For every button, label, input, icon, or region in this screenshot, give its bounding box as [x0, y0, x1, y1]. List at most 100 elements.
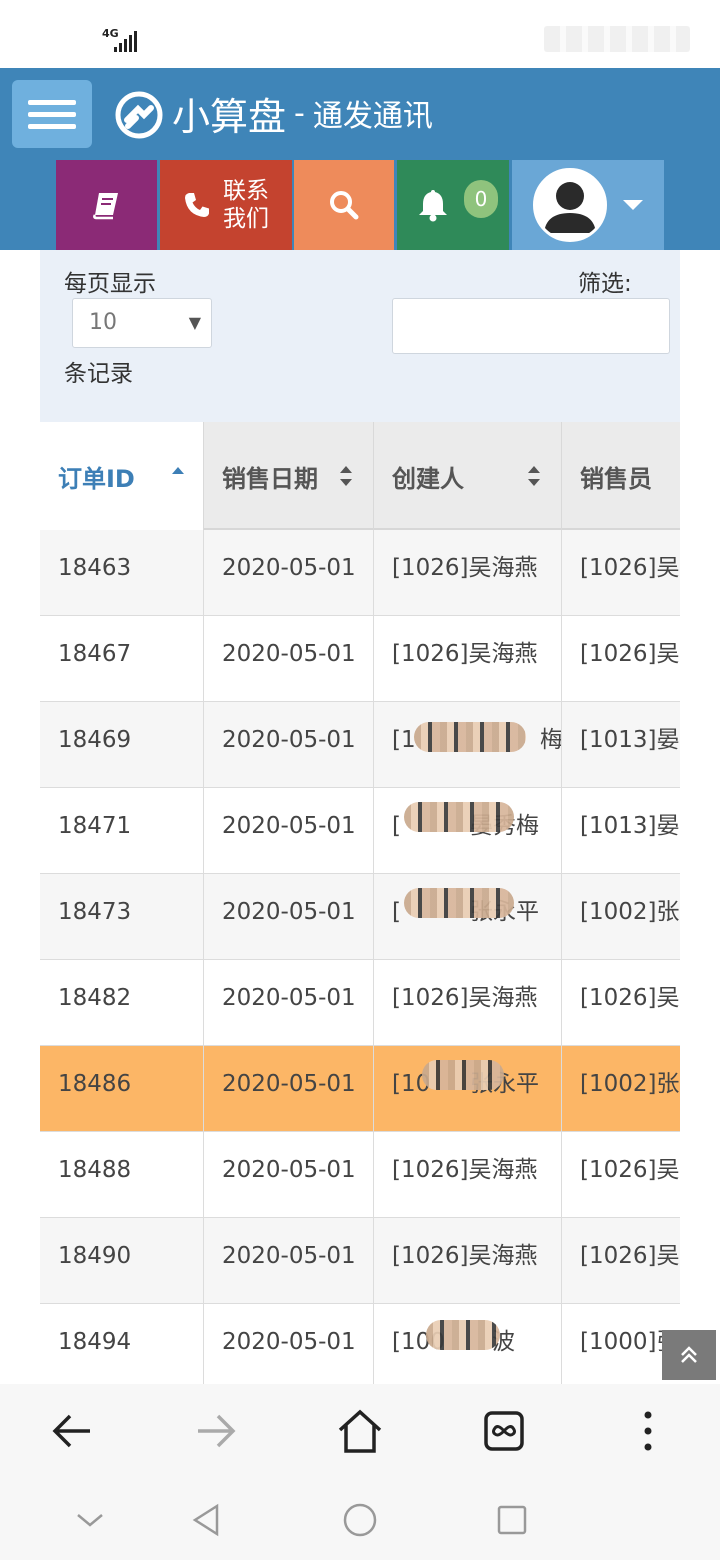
system-recents-button[interactable]	[490, 1498, 534, 1542]
notification-count-badge: 0	[464, 180, 498, 218]
cell-creator: [晏秀梅	[374, 788, 562, 874]
cell-date: 2020-05-01	[204, 874, 374, 960]
redaction-blur	[404, 802, 514, 832]
browser-toolbar	[0, 1384, 720, 1480]
hide-nav-button[interactable]	[68, 1498, 112, 1542]
user-avatar-icon	[544, 182, 596, 233]
cell-date: 2020-05-01	[204, 788, 374, 874]
status-bar: 4G	[0, 0, 720, 68]
cell-creator: [1026]吴海燕	[374, 616, 562, 702]
toolbar: 联系 我们	[0, 160, 720, 250]
back-to-top-button[interactable]	[662, 1330, 716, 1380]
more-options-button[interactable]	[623, 1406, 673, 1456]
column-header-sale-date[interactable]: 销售日期	[204, 422, 374, 530]
cell-salesperson: [1002]张	[580, 899, 680, 925]
table-row[interactable]: 18473 2020-05-01 [张永平 [1002]张	[40, 874, 680, 960]
dropdown-arrow-icon: ▼	[188, 313, 201, 332]
table-row[interactable]: 18488 2020-05-01 [1026]吴海燕 [1026]吴	[40, 1132, 680, 1218]
hamburger-icon	[28, 100, 76, 105]
cell-salesperson: [1026]吴	[580, 641, 680, 667]
book-button[interactable]	[56, 160, 157, 250]
cell-creator: [10 张永平	[374, 1046, 562, 1132]
more-vertical-icon	[644, 1411, 652, 1451]
redaction-blur	[414, 722, 526, 752]
forward-arrow-icon	[198, 1414, 236, 1448]
column-header-salesperson[interactable]: 销售员	[562, 422, 680, 530]
system-back-button[interactable]	[184, 1498, 228, 1542]
search-icon	[330, 191, 359, 220]
cell-date: 2020-05-01	[204, 616, 374, 702]
column-header-order-id[interactable]: 订单ID	[40, 422, 204, 530]
cell-salesperson: [1026]吴	[580, 985, 680, 1011]
table-row-highlighted[interactable]: 18486 2020-05-01 [10 张永平 [1002]张	[40, 1046, 680, 1132]
cell-order-id: 18486	[40, 1046, 204, 1132]
table-row[interactable]: 18482 2020-05-01 [1026]吴海燕 [1026]吴	[40, 960, 680, 1046]
avatar	[533, 168, 607, 242]
cell-order-id: 18467	[40, 616, 204, 702]
back-arrow-icon	[52, 1414, 90, 1448]
cell-salesperson: [1026]吴	[580, 1243, 680, 1269]
redaction-blur	[422, 1060, 504, 1090]
caret-down-icon	[623, 200, 643, 210]
records-label: 条记录	[64, 361, 133, 387]
phone-icon	[185, 193, 209, 217]
cell-salesperson: [1026]吴	[580, 555, 680, 581]
table-row[interactable]: 18463 2020-05-01 [1026]吴海燕 [1026]吴	[40, 530, 680, 616]
circle-home-icon	[343, 1503, 377, 1537]
system-nav-bar	[0, 1480, 720, 1560]
redaction-blur	[404, 888, 514, 918]
cell-order-id: 18463	[40, 530, 204, 616]
column-header-creator[interactable]: 创建人	[374, 422, 562, 530]
back-button[interactable]	[47, 1406, 97, 1456]
cell-creator: [1026]吴海燕	[374, 1132, 562, 1218]
forward-button[interactable]	[191, 1406, 241, 1456]
square-recents-icon	[497, 1505, 527, 1535]
sort-icon	[340, 466, 352, 486]
cell-creator: [1026]吴海燕	[374, 960, 562, 1046]
double-chevron-up-icon	[681, 1346, 697, 1363]
table-row[interactable]: 18471 2020-05-01 [晏秀梅 [1013]晏	[40, 788, 680, 874]
book-icon	[92, 193, 118, 220]
home-button[interactable]	[335, 1406, 385, 1456]
status-icons-blurred	[544, 26, 690, 52]
cell-date: 2020-05-01	[204, 1218, 374, 1304]
cell-creator: [1026]吴海燕	[374, 1218, 562, 1304]
tabs-icon	[484, 1411, 524, 1451]
menu-button[interactable]	[12, 80, 92, 148]
cell-creator: [100 波	[374, 1304, 562, 1384]
cell-order-id: 18488	[40, 1132, 204, 1218]
contact-us-label: 联系 我们	[223, 178, 269, 232]
triangle-back-icon	[192, 1503, 219, 1537]
table-row[interactable]: 18490 2020-05-01 [1026]吴海燕 [1026]吴	[40, 1218, 680, 1304]
company-name: 通发通讯	[312, 99, 433, 134]
table-row[interactable]: 18494 2020-05-01 [100 波 [1000]张	[40, 1304, 680, 1384]
contact-us-button[interactable]: 联系 我们	[160, 160, 292, 250]
cell-order-id: 18469	[40, 702, 204, 788]
home-icon	[338, 1409, 382, 1453]
cell-creator: [1026]吴海燕	[374, 530, 562, 616]
app-logo-icon	[115, 91, 163, 139]
cell-order-id: 18490	[40, 1218, 204, 1304]
cell-date: 2020-05-01	[204, 1304, 374, 1384]
per-page-select[interactable]: 10 ▼	[72, 298, 212, 348]
cell-salesperson: [1026]吴	[580, 1157, 680, 1183]
cell-salesperson: [1013]晏	[580, 813, 680, 839]
cell-order-id: 18473	[40, 874, 204, 960]
table-row[interactable]: 18467 2020-05-01 [1026]吴海燕 [1026]吴	[40, 616, 680, 702]
table-header: 订单ID 销售日期 创建人 销售员	[40, 422, 680, 530]
sort-icon	[528, 466, 540, 486]
orders-table: 订单ID 销售日期 创建人 销售员 18463 2020-05-01 [1026…	[40, 422, 680, 1384]
cell-salesperson: [1002]张	[580, 1071, 680, 1097]
cell-date: 2020-05-01	[204, 530, 374, 616]
table-row[interactable]: 18469 2020-05-01 [1 梅 [1013]晏	[40, 702, 680, 788]
user-menu-button[interactable]	[512, 160, 664, 250]
system-home-button[interactable]	[338, 1498, 382, 1542]
filter-input[interactable]	[392, 298, 670, 354]
cell-order-id: 18471	[40, 788, 204, 874]
cell-date: 2020-05-01	[204, 1046, 374, 1132]
search-button[interactable]	[294, 160, 394, 250]
tabs-button[interactable]	[479, 1406, 529, 1456]
cell-salesperson: [1013]晏	[580, 727, 680, 753]
cell-date: 2020-05-01	[204, 702, 374, 788]
chevron-down-icon	[77, 1514, 103, 1527]
